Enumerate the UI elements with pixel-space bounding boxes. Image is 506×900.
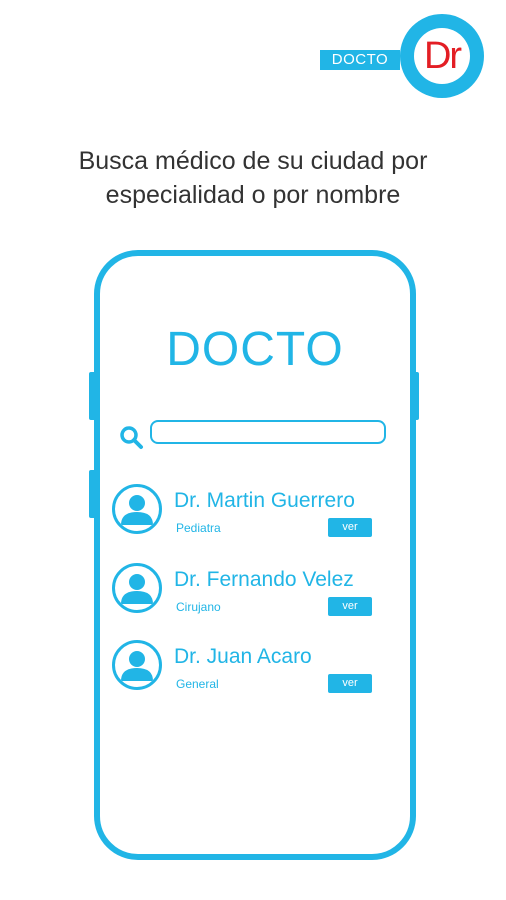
headline-line-1: Busca médico de su ciudad por [78,147,428,175]
logo-circle: Dr [400,14,484,98]
logo-mark: Dr [423,35,462,77]
doctor-name: Dr. Fernando Velez [174,568,354,591]
doctor-specialty: Cirujano [176,600,221,614]
logo-tag: DOCTO [320,50,400,70]
app-title: DOCTO [166,323,344,376]
phone-mockup: DOCTO Dr. Martin Guerrero Pediatra ver D… [94,250,416,860]
view-doctor-button[interactable]: ver [328,674,372,693]
headline: Busca médico de su ciudad por especialid… [0,144,506,212]
brand-logo: DOCTO Dr [320,12,490,102]
search-icon[interactable] [118,424,146,452]
doctor-list-item[interactable]: Dr. Fernando Velez Cirujano ver [110,563,380,629]
doctor-list-item[interactable]: Dr. Martin Guerrero Pediatra ver [110,484,380,550]
view-doctor-button[interactable]: ver [328,518,372,537]
user-avatar-icon [112,563,162,613]
user-avatar-icon [112,640,162,690]
doctor-specialty: General [176,677,219,691]
view-doctor-button[interactable]: ver [328,597,372,616]
headline-line-2: especialidad o por nombre [105,181,401,209]
search-input[interactable] [150,420,386,444]
doctor-name: Dr. Juan Acaro [174,645,312,668]
user-avatar-icon [112,484,162,534]
doctor-list-item[interactable]: Dr. Juan Acaro General ver [110,640,380,706]
doctor-specialty: Pediatra [176,521,221,535]
doctor-name: Dr. Martin Guerrero [174,489,355,512]
